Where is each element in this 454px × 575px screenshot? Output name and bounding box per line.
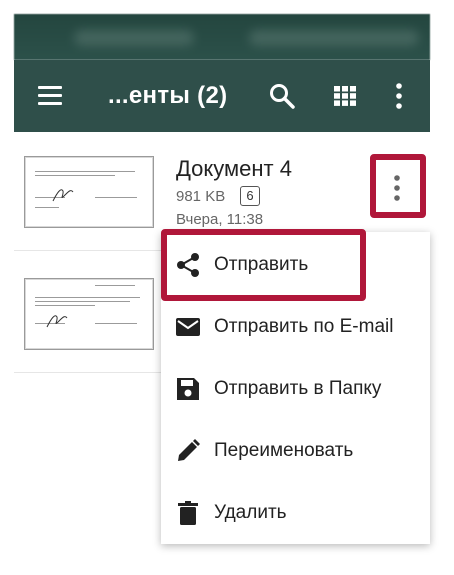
menu-item-label: Отправить в Папку [214,378,382,399]
status-bar-blur-right [249,30,419,46]
page-count-badge: 6 [240,186,260,206]
document-size: 981 KB [176,188,226,205]
edit-pencil-icon [178,439,200,461]
status-bar [14,14,430,60]
menu-item-send-folder[interactable]: Отправить в Папку [161,364,430,414]
menu-item-label: Удалить [214,502,287,523]
send-highlight-frame [161,229,366,301]
save-icon [177,378,199,400]
menu-item-label: Отправить по E-mail [214,316,394,337]
list-divider [14,250,164,251]
menu-item-send-email[interactable]: Отправить по E-mail [161,302,430,352]
trash-icon [178,501,198,525]
app-bar: ...енты (2) [14,60,430,132]
document-title[interactable]: Документ 4 [176,156,292,182]
document-thumbnail[interactable] [24,156,154,228]
hamburger-menu-icon[interactable] [38,86,62,106]
page-title: ...енты (2) [108,82,228,109]
search-icon[interactable] [268,82,296,110]
menu-item-rename[interactable]: Переименовать [161,426,430,476]
signature-mark [52,189,74,202]
document-more-button[interactable] [370,154,426,218]
menu-item-label: Переименовать [214,440,354,461]
status-bar-blur-left [74,30,194,46]
document-thumbnail[interactable] [24,278,154,350]
grid-view-icon[interactable] [334,86,356,106]
email-icon [176,318,200,336]
more-vertical-icon[interactable] [394,82,404,110]
signature-mark [46,315,68,328]
more-vertical-icon [394,175,400,201]
list-divider [14,372,164,373]
menu-item-delete[interactable]: Удалить [161,488,430,538]
document-date: Вчера, 11:38 [176,211,264,228]
